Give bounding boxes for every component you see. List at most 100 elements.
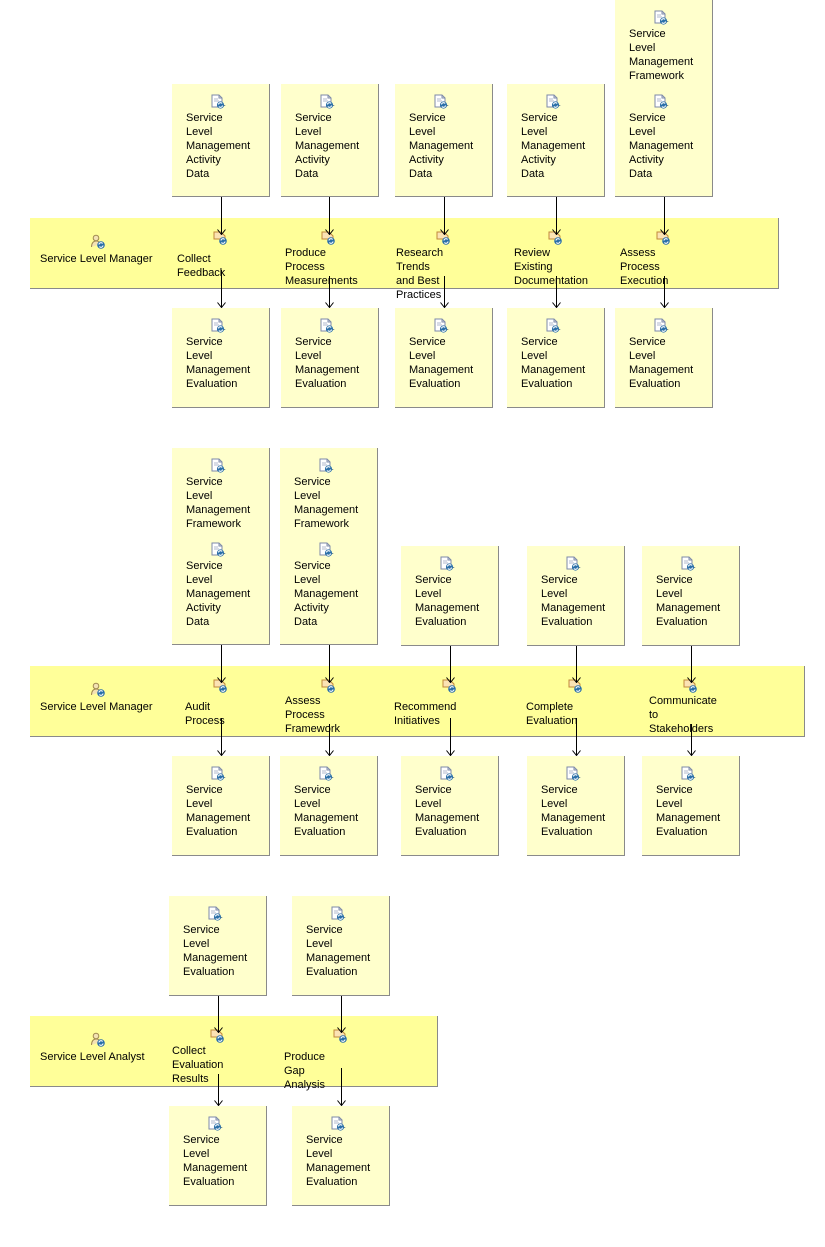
work-product-label: Service Level Management Evaluation <box>629 336 694 390</box>
work-product-icon <box>210 94 226 110</box>
work-product[interactable]: Service Level Management Evaluation <box>401 556 498 629</box>
arrowhead-icon <box>325 677 334 683</box>
work-product[interactable]: Service Level Management Activity Data <box>615 94 712 181</box>
work-product-icon <box>433 318 449 334</box>
work-product[interactable]: Service Level Management Evaluation <box>642 766 739 839</box>
input-artifact-box[interactable]: Service Level Management Activity Data <box>281 84 379 197</box>
output-artifact-box[interactable]: Service Level Management Evaluation <box>281 308 379 408</box>
work-product-icon <box>439 556 455 572</box>
input-artifact-box[interactable]: Service Level Management Activity Data <box>395 84 493 197</box>
work-product[interactable]: Service Level Management Activity Data <box>281 94 378 181</box>
work-product[interactable]: Service Level Management Activity Data <box>507 94 604 181</box>
work-product-icon <box>439 766 455 782</box>
work-product[interactable]: Service Level Management Activity Data <box>172 94 269 181</box>
work-product-label: Service Level Management Activity Data <box>186 112 251 180</box>
work-product-icon <box>318 542 334 558</box>
work-product-icon <box>207 1116 223 1132</box>
work-product-label: Service Level Management Activity Data <box>409 112 474 180</box>
task-label: Collect Feedback <box>177 253 226 279</box>
work-product[interactable]: Service Level Management Evaluation <box>527 556 624 629</box>
work-product-icon <box>210 318 226 334</box>
work-product-label: Service Level Management Evaluation <box>183 924 248 978</box>
work-product-label: Service Level Management Activity Data <box>294 560 359 628</box>
work-product[interactable]: Service Level Management Activity Data <box>280 542 377 629</box>
work-product[interactable]: Service Level Management Activity Data <box>395 94 492 181</box>
work-product-label: Service Level Management Evaluation <box>306 924 371 978</box>
role-label: Service Level Manager <box>40 701 153 713</box>
output-artifact-box[interactable]: Service Level Management Evaluation <box>172 756 270 856</box>
output-artifact-box[interactable]: Service Level Management Evaluation <box>642 756 740 856</box>
work-product-icon <box>319 318 335 334</box>
arrowhead-icon <box>440 229 449 235</box>
output-artifact-box[interactable]: Service Level Management Evaluation <box>172 308 270 408</box>
work-product-icon <box>565 556 581 572</box>
input-artifact-box[interactable]: Service Level Management Framework Servi… <box>172 448 270 645</box>
task-label: Complete Evaluation <box>526 701 578 727</box>
arrowhead-icon <box>217 229 226 235</box>
output-artifact-box[interactable]: Service Level Management Evaluation <box>401 756 499 856</box>
work-product-icon <box>653 318 669 334</box>
work-product[interactable]: Service Level Management Evaluation <box>401 766 498 839</box>
work-product[interactable]: Service Level Management Framework <box>280 458 377 531</box>
work-product-label: Service Level Management Evaluation <box>306 1134 371 1188</box>
work-product[interactable]: Service Level Management Evaluation <box>172 318 269 391</box>
work-product-icon <box>210 458 226 474</box>
work-product[interactable]: Service Level Management Framework <box>172 458 269 531</box>
work-product[interactable]: Service Level Management Evaluation <box>169 906 266 979</box>
work-product[interactable]: Service Level Management Framework <box>615 10 712 83</box>
input-artifact-box[interactable]: Service Level Management Framework Servi… <box>615 0 713 197</box>
work-product[interactable]: Service Level Management Evaluation <box>642 556 739 629</box>
work-product-icon <box>653 10 669 26</box>
work-product-label: Service Level Management Activity Data <box>186 560 251 628</box>
arrowhead-icon <box>217 677 226 683</box>
arrowhead-icon <box>552 229 561 235</box>
work-product[interactable]: Service Level Management Evaluation <box>280 766 377 839</box>
input-artifact-box[interactable]: Service Level Management Evaluation <box>642 546 740 646</box>
work-product-label: Service Level Management Evaluation <box>656 784 721 838</box>
work-product-icon <box>210 542 226 558</box>
work-product[interactable]: Service Level Management Evaluation <box>615 318 712 391</box>
work-product[interactable]: Service Level Management Evaluation <box>169 1116 266 1189</box>
work-product[interactable]: Service Level Management Evaluation <box>292 906 389 979</box>
work-product-icon <box>330 906 346 922</box>
output-artifact-box[interactable]: Service Level Management Evaluation <box>507 308 605 408</box>
work-product-label: Service Level Management Activity Data <box>295 112 360 180</box>
output-artifact-box[interactable]: Service Level Management Evaluation <box>280 756 378 856</box>
work-product-icon <box>545 318 561 334</box>
role-label: Service Level Manager <box>40 253 153 265</box>
work-product[interactable]: Service Level Management Evaluation <box>395 318 492 391</box>
work-product-icon <box>680 556 696 572</box>
work-product-label: Service Level Management Evaluation <box>295 336 360 390</box>
work-product-icon <box>565 766 581 782</box>
work-product-icon <box>653 94 669 110</box>
work-product-icon <box>680 766 696 782</box>
output-artifact-box[interactable]: Service Level Management Evaluation <box>527 756 625 856</box>
work-product-label: Service Level Management Evaluation <box>521 336 586 390</box>
work-product-icon <box>433 94 449 110</box>
input-artifact-box[interactable]: Service Level Management Activity Data <box>507 84 605 197</box>
input-artifact-box[interactable]: Service Level Management Framework Servi… <box>280 448 378 645</box>
input-artifact-box[interactable]: Service Level Management Evaluation <box>401 546 499 646</box>
work-product-icon <box>210 766 226 782</box>
work-product-label: Service Level Management Evaluation <box>294 784 359 838</box>
output-artifact-box[interactable]: Service Level Management Evaluation <box>169 1106 267 1206</box>
work-product-label: Service Level Management Framework <box>186 476 251 530</box>
work-product[interactable]: Service Level Management Activity Data <box>172 542 269 629</box>
input-artifact-box[interactable]: Service Level Management Activity Data <box>172 84 270 197</box>
input-artifact-box[interactable]: Service Level Management Evaluation <box>169 896 267 996</box>
arrowhead-icon <box>687 677 696 683</box>
output-artifact-box[interactable]: Service Level Management Evaluation <box>615 308 713 408</box>
work-product[interactable]: Service Level Management Evaluation <box>292 1116 389 1189</box>
output-artifact-box[interactable]: Service Level Management Evaluation <box>395 308 493 408</box>
task-label: Produce Gap Analysis <box>284 1051 325 1091</box>
arrowhead-icon <box>572 677 581 683</box>
work-product[interactable]: Service Level Management Evaluation <box>507 318 604 391</box>
work-product[interactable]: Service Level Management Evaluation <box>527 766 624 839</box>
work-product-icon <box>330 1116 346 1132</box>
output-artifact-box[interactable]: Service Level Management Evaluation <box>292 1106 390 1206</box>
input-artifact-box[interactable]: Service Level Management Evaluation <box>292 896 390 996</box>
arrowhead-icon <box>214 1027 223 1033</box>
input-artifact-box[interactable]: Service Level Management Evaluation <box>527 546 625 646</box>
work-product[interactable]: Service Level Management Evaluation <box>172 766 269 839</box>
work-product[interactable]: Service Level Management Evaluation <box>281 318 378 391</box>
